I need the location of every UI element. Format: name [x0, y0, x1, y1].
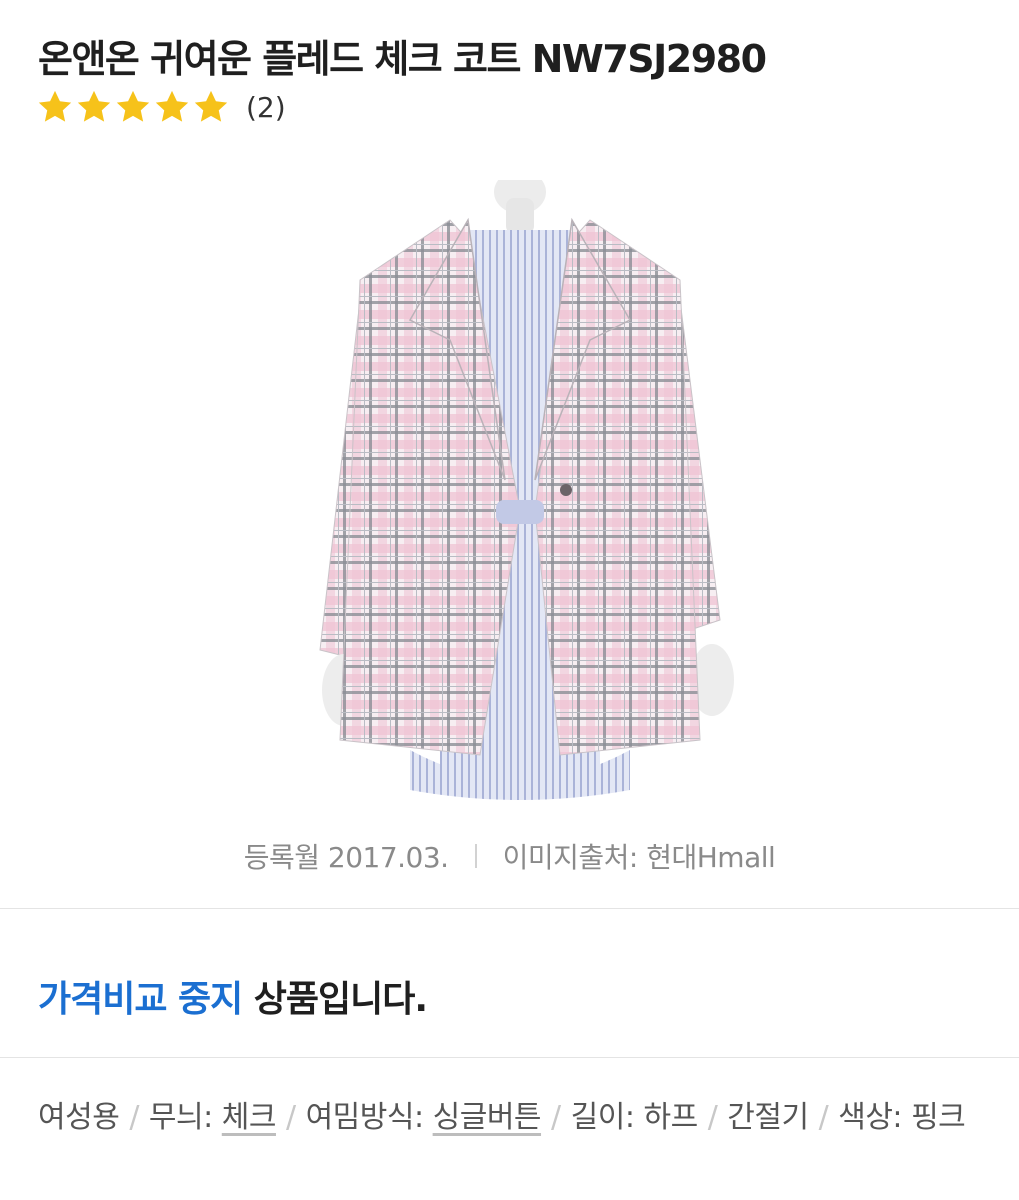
star-icon [194, 90, 228, 122]
registration-date: 등록월 2017.03. [243, 841, 449, 874]
product-image[interactable] [300, 180, 740, 810]
status-accent-text: 가격비교 중지 [38, 979, 243, 1020]
price-compare-status: 가격비교 중지 상품입니다. [38, 970, 428, 1022]
star-rating [36, 88, 230, 126]
spec-closure-label: 여밈방식: [305, 1100, 433, 1135]
spec-color-label: 색상: [838, 1100, 912, 1135]
product-meta: 등록월 2017.03. 이미지출처: 현대Hmall [0, 836, 1019, 876]
spec-closure-link[interactable]: 싱글버튼 [433, 1100, 542, 1135]
star-icon [77, 90, 111, 122]
rating[interactable]: (2) [36, 88, 286, 126]
divider [0, 908, 1019, 909]
review-count[interactable]: (2) [246, 91, 286, 124]
spec-gender: 여성용 [38, 1100, 120, 1135]
status-rest-text: 상품입니다. [242, 979, 428, 1020]
spec-length-label: 길이: [570, 1100, 644, 1135]
spec-separator: / [707, 1100, 718, 1135]
spec-separator: / [818, 1100, 829, 1135]
spec-separator: / [129, 1100, 139, 1135]
spec-pattern-label: 무늬: [148, 1100, 222, 1135]
star-icon [38, 90, 72, 122]
image-source: 이미지출처: 현대Hmall [502, 841, 776, 874]
spec-length-value: 하프 [643, 1100, 698, 1135]
meta-separator [474, 844, 477, 868]
product-spec-list: 여성용 / 무늬: 체크 / 여밈방식: 싱글버튼 / 길이: 하프 / 간절기 / 색상: 핑크 [38, 1095, 988, 1141]
product-title: 온앤온 귀여운 플레드 체크 코트 NW7SJ2980 [38, 37, 767, 81]
spec-separator: / [285, 1100, 296, 1135]
spec-color-value: 핑크 [911, 1100, 966, 1135]
divider [0, 1057, 1019, 1058]
spec-pattern-link[interactable]: 체크 [222, 1100, 277, 1135]
spec-separator: / [551, 1100, 561, 1135]
spec-season: 간절기 [727, 1100, 809, 1135]
star-icon [155, 90, 189, 122]
star-icon [116, 90, 150, 122]
